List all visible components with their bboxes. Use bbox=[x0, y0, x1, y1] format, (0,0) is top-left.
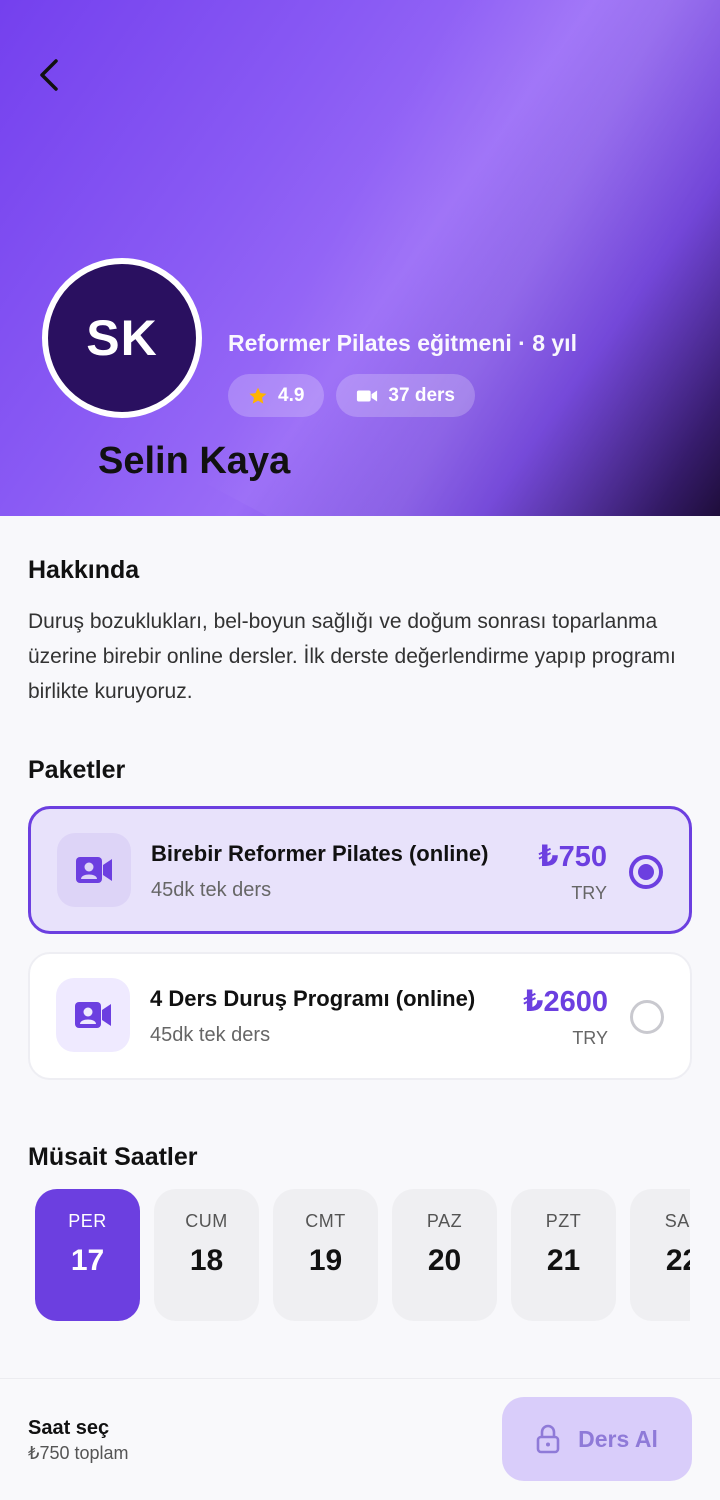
day-name: PAZ bbox=[426, 1211, 463, 1231]
book-lesson-label: Ders Al bbox=[578, 1425, 658, 1452]
package-icon-box bbox=[57, 833, 131, 907]
lessons-count: 37 ders bbox=[388, 384, 455, 406]
select-time-label: Saat seç bbox=[28, 1417, 110, 1439]
day-chip[interactable]: PZT 21 bbox=[511, 1189, 616, 1321]
package-title: 4 Ders Duruş Programı (online) bbox=[150, 986, 476, 1011]
package-duration: 45dk tek ders bbox=[151, 879, 272, 901]
package-card[interactable]: Birebir Reformer Pilates (online) 45dk t… bbox=[28, 806, 692, 934]
day-number: 19 bbox=[308, 1244, 343, 1277]
avatar: SK bbox=[42, 258, 202, 418]
lessons-chip: 37 ders bbox=[336, 374, 475, 417]
package-title: Birebir Reformer Pilates (online) bbox=[151, 841, 489, 866]
about-title: Hakkında bbox=[28, 556, 140, 584]
day-number: 18 bbox=[189, 1244, 224, 1277]
about-text: Duruş bozuklukları, bel-boyun sağlığı ve… bbox=[28, 610, 676, 703]
package-icon-box bbox=[56, 978, 130, 1052]
video-call-icon bbox=[76, 857, 112, 883]
packages-title: Paketler bbox=[28, 756, 126, 784]
lock-icon bbox=[536, 1424, 560, 1454]
day-number: 21 bbox=[546, 1244, 581, 1277]
day-number: 22 bbox=[665, 1244, 690, 1277]
day-name: PER bbox=[68, 1211, 107, 1231]
stats-chips: 4.9 37 ders bbox=[228, 374, 475, 417]
day-name: CUM bbox=[185, 1211, 228, 1231]
package-duration: 45dk tek ders bbox=[150, 1024, 271, 1046]
day-name: SAL bbox=[664, 1211, 690, 1231]
back-button[interactable] bbox=[26, 52, 72, 98]
instructor-subtitle: Reformer Pilates eğitmeni · 8 yıl bbox=[228, 330, 577, 356]
day-picker[interactable]: PER 17 CUM 18 CMT 19 PAZ 20 PZT 21 SAL 2… bbox=[35, 1189, 690, 1323]
day-chip[interactable]: PER 17 bbox=[35, 1189, 140, 1321]
rating-chip: 4.9 bbox=[228, 374, 325, 417]
profile-header: SK Reformer Pilates eğitmeni · 8 yıl 4.9… bbox=[0, 0, 720, 516]
package-price: ₺2600 bbox=[523, 986, 608, 1018]
package-radio[interactable] bbox=[630, 1000, 664, 1034]
book-lesson-button[interactable]: Ders Al bbox=[502, 1397, 692, 1481]
total-price: ₺750 toplam bbox=[28, 1443, 129, 1463]
day-name: CMT bbox=[305, 1211, 346, 1231]
day-chip[interactable]: CUM 18 bbox=[154, 1189, 259, 1321]
day-number: 20 bbox=[427, 1244, 462, 1277]
package-currency: TRY bbox=[572, 1028, 608, 1048]
video-call-icon bbox=[75, 1002, 111, 1028]
package-currency: TRY bbox=[571, 883, 607, 903]
rating-value: 4.9 bbox=[278, 384, 305, 406]
video-camera-icon bbox=[357, 390, 378, 401]
chevron-left-icon bbox=[40, 59, 58, 91]
instructor-name: Selin Kaya bbox=[98, 440, 291, 482]
booking-bar: Saat seç ₺750 toplam Ders Al bbox=[0, 1378, 720, 1500]
day-chip[interactable]: SAL 22 bbox=[630, 1189, 690, 1321]
day-chip[interactable]: CMT 19 bbox=[273, 1189, 378, 1321]
package-radio-selected[interactable] bbox=[629, 855, 663, 889]
day-chip[interactable]: PAZ 20 bbox=[392, 1189, 497, 1321]
day-name: PZT bbox=[545, 1211, 582, 1231]
package-card[interactable]: 4 Ders Duruş Programı (online) 45dk tek … bbox=[28, 952, 692, 1080]
availability-title: Müsait Saatler bbox=[28, 1143, 198, 1171]
header-sheen bbox=[200, 0, 720, 516]
package-price: ₺750 bbox=[538, 841, 607, 873]
avatar-initials: SK bbox=[86, 310, 158, 366]
day-number: 17 bbox=[70, 1244, 105, 1277]
star-icon bbox=[249, 387, 267, 404]
